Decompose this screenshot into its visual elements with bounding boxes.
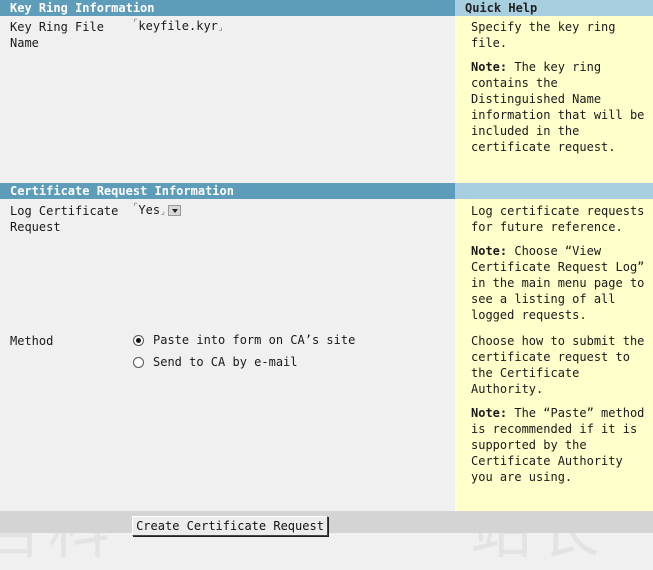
log-request-help-text: Log certificate requests for future refe… <box>471 204 645 234</box>
create-certificate-request-button[interactable]: Create Certificate Request <box>132 516 328 536</box>
method-help-text: Choose how to submit the certificate req… <box>471 334 645 396</box>
note-label: Note: <box>471 406 508 420</box>
method-option-paste[interactable]: Paste into form on CA’s site <box>133 333 355 347</box>
key-ring-help-note-text: The key ring contains the Distinguished … <box>471 60 645 154</box>
quick-help-header-spacer <box>455 183 653 199</box>
field-corner-icon: ⌟ <box>217 23 224 33</box>
chevron-down-icon[interactable] <box>167 204 181 216</box>
key-ring-section-header: Key Ring Information <box>0 0 455 16</box>
key-ring-file-input[interactable]: ⌜ keyfile.kyr ⌟ <box>133 19 224 34</box>
radio-button-checked[interactable] <box>133 334 144 346</box>
key-ring-file-label: Key Ring File Name <box>10 20 104 50</box>
radio-button[interactable] <box>133 356 144 368</box>
note-label: Note: <box>471 60 508 74</box>
key-ring-help-note: Note: The key ring contains the Distingu… <box>471 59 646 155</box>
key-ring-file-value: keyfile.kyr <box>138 19 218 33</box>
log-request-value: Yes <box>138 203 161 217</box>
key-ring-help: Specify the key ring file. Note: The key… <box>471 19 646 163</box>
log-request-label: Log Certificate Request <box>10 204 119 234</box>
log-request-select[interactable]: ⌜ Yes ⌟ <box>133 203 181 217</box>
key-ring-help-text: Specify the key ring file. <box>471 20 616 50</box>
note-label: Note: <box>471 244 508 258</box>
method-help: Choose how to submit the certificate req… <box>471 333 646 493</box>
quick-help-header: Quick Help <box>455 0 653 16</box>
method-option-label: Paste into form on CA’s site <box>153 333 356 347</box>
log-request-help-note: Note: Choose “View Certificate Request L… <box>471 243 646 323</box>
method-option-label: Send to CA by e-mail <box>153 355 298 369</box>
log-request-help: Log certificate requests for future refe… <box>471 203 646 331</box>
method-option-email[interactable]: Send to CA by e-mail <box>133 355 298 369</box>
certificate-request-section-header: Certificate Request Information <box>0 183 455 199</box>
form-panel <box>0 0 455 511</box>
method-help-note: Note: The “Paste” method is recommended … <box>471 405 646 485</box>
method-label: Method <box>10 334 54 348</box>
field-corner-icon: ⌟ <box>160 207 166 217</box>
